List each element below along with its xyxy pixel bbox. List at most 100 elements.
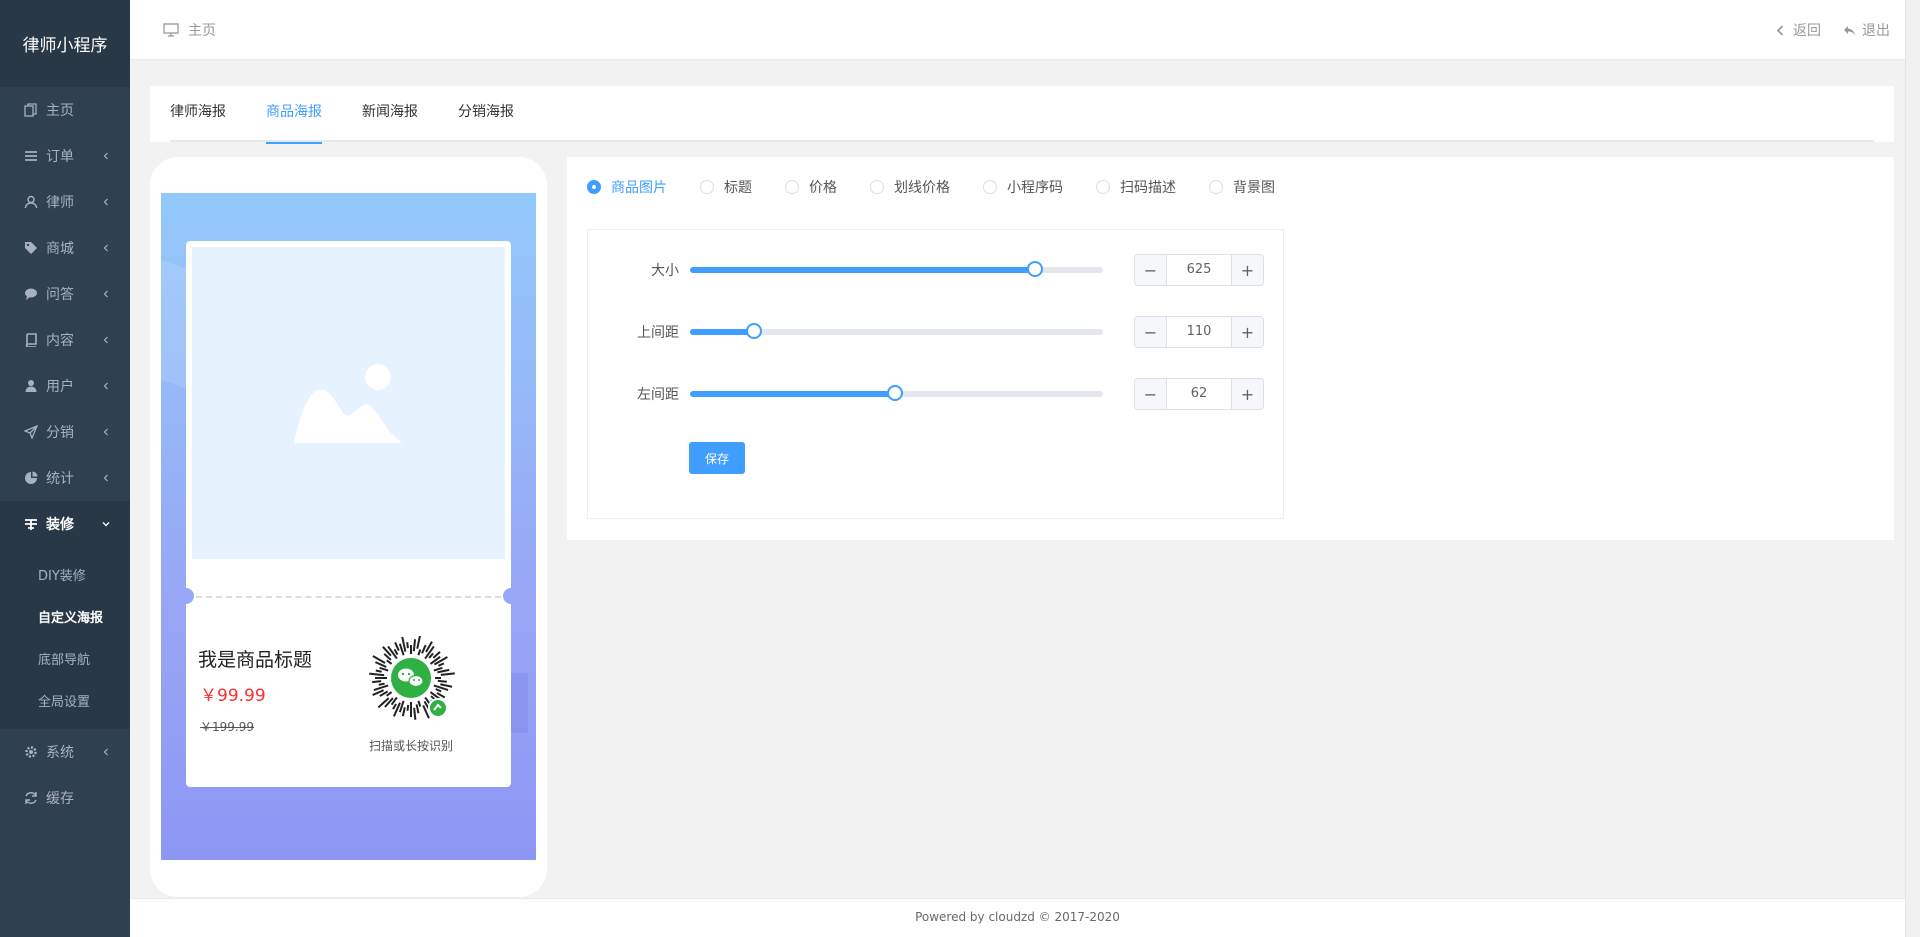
sidebar-item-qa[interactable]: 问答: [0, 271, 130, 317]
sidebar-item-system[interactable]: 系统: [0, 729, 130, 775]
tab-news-poster[interactable]: 新闻海报: [362, 86, 418, 142]
sidebar-item-cache[interactable]: 缓存: [0, 775, 130, 821]
top-margin-slider-fill: [690, 329, 754, 335]
qr-module: [437, 662, 445, 667]
radio-dot: [983, 180, 997, 194]
qr-module: [398, 700, 405, 713]
radio-mini-program-code[interactable]: 小程序码: [983, 177, 1063, 197]
chevron-left-icon: [103, 336, 108, 344]
sidebar-item-lawyers[interactable]: 律师: [0, 179, 130, 225]
top-margin-slider-thumb[interactable]: [746, 323, 762, 339]
qr-module: [417, 649, 422, 656]
chevron-left-icon: [1776, 24, 1784, 36]
chevron-left-icon: [103, 152, 108, 160]
decrement-button[interactable]: −: [1135, 255, 1167, 285]
sidebar-item-label: 内容: [46, 333, 74, 349]
qr-module: [386, 659, 393, 665]
sidebar-item-content[interactable]: 内容: [0, 317, 130, 363]
sidebar-item-stats[interactable]: 统计: [0, 455, 130, 501]
radio-qr-description[interactable]: 扫码描述: [1096, 177, 1176, 197]
poster-price[interactable]: ￥99.99: [200, 681, 266, 706]
left-margin-slider-thumb[interactable]: [887, 385, 904, 401]
sidebar-item-label: 缓存: [46, 791, 74, 807]
gear-icon: [24, 745, 38, 759]
decrement-button[interactable]: −: [1135, 379, 1167, 409]
dashed-divider: [196, 596, 501, 598]
sidebar-menu: 主页 订单 律师 商城 问答 内容 用户 分销 统计 装修 DIY装修 自定义海…: [0, 87, 130, 821]
qr-module: [421, 644, 427, 654]
mini-program-code-icon[interactable]: [363, 636, 459, 732]
sidebar-subitem-global-settings[interactable]: 全局设置: [0, 679, 130, 721]
poster-product-title[interactable]: 我是商品标题: [198, 645, 312, 672]
qr-module: [412, 639, 417, 652]
left-margin-value-input[interactable]: 62: [1167, 379, 1231, 409]
radio-dot: [587, 180, 601, 194]
radio-product-image[interactable]: 商品图片: [587, 177, 667, 197]
size-slider[interactable]: [690, 261, 1103, 277]
poster-qr-description[interactable]: 扫描或长按识别: [336, 737, 486, 754]
sidebar-item-decoration[interactable]: 装修: [0, 501, 130, 547]
breadcrumb-home: 主页: [188, 23, 216, 39]
qr-module: [372, 655, 386, 664]
decrement-button[interactable]: −: [1135, 317, 1167, 347]
qr-module: [369, 672, 385, 677]
page-scrollbar[interactable]: [1905, 0, 1920, 937]
increment-button[interactable]: +: [1231, 379, 1263, 409]
breadcrumb[interactable]: 主页: [163, 20, 216, 40]
qr-module: [437, 668, 450, 674]
radio-original-price[interactable]: 划线价格: [870, 177, 950, 197]
qr-module: [428, 652, 434, 659]
qr-module: [440, 683, 453, 688]
tab-distribution-poster[interactable]: 分销海报: [458, 86, 514, 142]
sidebar-item-mall[interactable]: 商城: [0, 225, 130, 271]
top-margin-value-input[interactable]: 110: [1167, 317, 1231, 347]
qr-module: [392, 703, 397, 710]
radio-price[interactable]: 价格: [785, 177, 837, 197]
paint-icon: [24, 517, 38, 531]
radio-dot: [1209, 180, 1223, 194]
top-margin-stepper: − 110 +: [1134, 316, 1264, 348]
increment-button[interactable]: +: [1231, 255, 1263, 285]
sidebar-subitem-diy[interactable]: DIY装修: [0, 553, 130, 595]
sidebar-item-label: 律师: [46, 195, 74, 211]
logout-button[interactable]: 退出: [1843, 20, 1890, 40]
topbar: 主页 返回 退出: [130, 0, 1920, 60]
qr-module: [406, 704, 410, 711]
sidebar-item-label: 系统: [46, 745, 74, 761]
tab-product-poster[interactable]: 商品海报: [266, 86, 322, 144]
sidebar-item-users[interactable]: 用户: [0, 363, 130, 409]
sidebar-item-home[interactable]: 主页: [0, 87, 130, 133]
poster-product-image[interactable]: [192, 247, 505, 559]
left-margin-stepper: − 62 +: [1134, 378, 1264, 410]
brand-title: 律师小程序: [0, 0, 130, 87]
sidebar-subitem-bottom-nav[interactable]: 底部导航: [0, 637, 130, 679]
qr-module: [401, 707, 406, 717]
qr-module: [378, 682, 385, 686]
radio-title[interactable]: 标题: [700, 177, 752, 197]
poster-tabs: 律师海报 商品海报 新闻海报 分销海报: [170, 86, 1874, 144]
size-value-input[interactable]: 625: [1167, 255, 1231, 285]
qr-module: [393, 648, 399, 656]
radio-label: 标题: [724, 180, 752, 196]
poster-background[interactable]: 我是商品标题 ￥99.99 ￥199.99 扫描或长按识别: [161, 193, 536, 860]
qr-module: [406, 642, 409, 649]
poster-original-price[interactable]: ￥199.99: [200, 718, 254, 735]
sidebar-subitem-custom-poster[interactable]: 自定义海报: [0, 595, 130, 637]
size-slider-thumb[interactable]: [1026, 261, 1043, 277]
qr-module: [377, 697, 390, 709]
size-slider-fill: [690, 267, 1035, 273]
increment-button[interactable]: +: [1231, 317, 1263, 347]
radio-background-image[interactable]: 背景图: [1209, 177, 1275, 197]
save-button[interactable]: 保存: [689, 442, 745, 474]
size-row: 大小 − 625 +: [588, 251, 1285, 287]
left-margin-row: 左间距 − 62 +: [588, 375, 1285, 411]
comment-icon: [24, 287, 38, 301]
left-margin-slider[interactable]: [690, 385, 1103, 401]
back-button[interactable]: 返回: [1774, 20, 1821, 40]
sidebar-item-orders[interactable]: 订单: [0, 133, 130, 179]
tab-lawyer-poster[interactable]: 律师海报: [170, 86, 226, 142]
sidebar-item-label: 主页: [46, 103, 74, 119]
sidebar-item-distribution[interactable]: 分销: [0, 409, 130, 455]
ticket-notch: [178, 588, 194, 604]
top-margin-slider[interactable]: [690, 323, 1103, 339]
